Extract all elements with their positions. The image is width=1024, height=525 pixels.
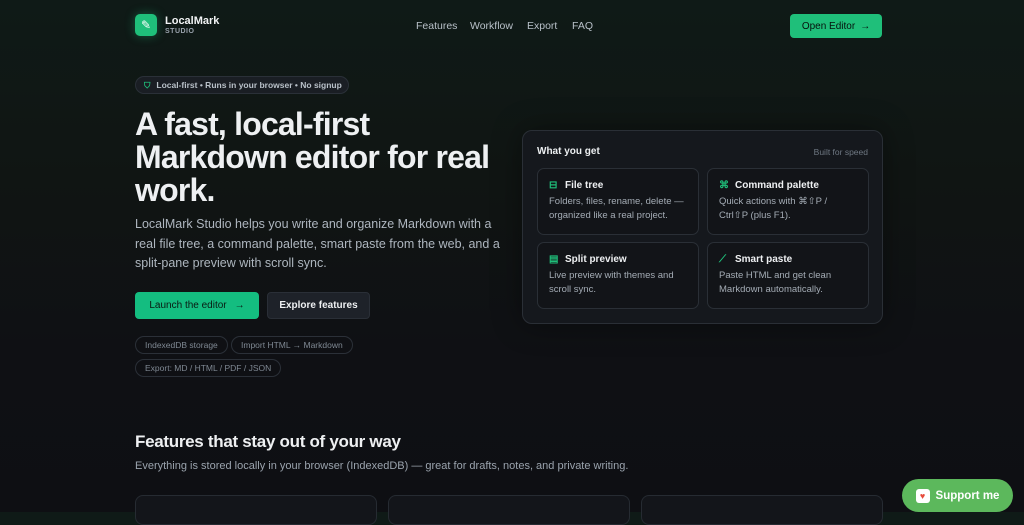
nav-faq[interactable]: FAQ (572, 20, 593, 32)
card-file-tree: ⊟ File tree Folders, files, rename, delet… (537, 168, 699, 235)
card-smart-paste: ⟋ Smart paste Paste HTML and get clean Ma… (707, 242, 869, 309)
feature-card (388, 495, 630, 525)
command-icon: ⌘ (719, 180, 729, 191)
features-title: Features that stay out of your way (135, 432, 401, 451)
file-tree-icon: ⊟ (549, 180, 558, 191)
card-title: File tree (565, 180, 604, 191)
card-desc: Live preview with themes and scroll sync… (549, 270, 674, 295)
chip-indexeddb: IndexedDB storage (135, 336, 228, 354)
arrow-right-icon: → (860, 20, 871, 32)
card-desc: Quick actions with ⌘⇧P / Ctrl⇧P (plus F1… (719, 196, 828, 221)
panel-title: What you get (537, 146, 600, 157)
card-desc: Folders, files, rename, delete — organiz… (549, 196, 684, 221)
hero-title: A fast, local-first Markdown editor for … (135, 106, 490, 208)
logo-pen-icon[interactable]: ✎ (135, 14, 157, 36)
chip-export: Export: MD / HTML / PDF / JSON (135, 359, 282, 377)
brand-sub: STUDIO (165, 28, 195, 35)
card-title: Command palette (735, 180, 819, 191)
features-subtitle: Everything is stored locally in your bro… (135, 460, 629, 472)
open-editor-label: Open Editor (801, 20, 856, 32)
hero-badge: ⛉ Local-first • Runs in your browser • No… (135, 76, 349, 94)
launch-label: Launch the editor (149, 300, 227, 311)
card-title: Smart paste (735, 254, 793, 265)
card-split-preview: ▤ Split preview Live preview with themes … (537, 242, 699, 309)
feature-card (135, 495, 377, 525)
nav-workflow[interactable]: Workflow (470, 20, 513, 32)
open-editor-button[interactable]: Open Editor → (790, 14, 882, 38)
support-label: Support me (935, 489, 1000, 502)
nav-export[interactable]: Export (527, 20, 557, 32)
brand-name[interactable]: LocalMark (165, 15, 219, 27)
card-title: Split preview (565, 254, 627, 265)
support-me-button[interactable]: ♥ Support me (902, 479, 1013, 512)
what-you-get-panel: What you get Built for speed ⊟ File tree … (522, 130, 883, 324)
launch-editor-button[interactable]: Launch the editor → (135, 292, 259, 319)
card-desc: Paste HTML and get clean Markdown automa… (719, 270, 832, 295)
coffee-cup-icon: ♥ (915, 488, 930, 503)
chip-import: Import HTML → Markdown (231, 336, 353, 354)
nav-features[interactable]: Features (416, 20, 457, 32)
panel-side-note: Built for speed (813, 147, 868, 157)
card-command-palette: ⌘ Command palette Quick actions with ⌘⇧P … (707, 168, 869, 235)
hero-lead: LocalMark Studio helps you write and org… (135, 217, 500, 270)
explore-features-button[interactable]: Explore features (267, 292, 370, 319)
shield-icon: ⛉ (144, 79, 151, 90)
feature-card (641, 495, 883, 525)
split-icon: ▤ (549, 254, 559, 265)
arrow-right-icon: → (234, 300, 245, 311)
wand-icon: ⟋ (719, 254, 726, 265)
badge-text: Local-first • Runs in your browser • No … (156, 80, 342, 90)
